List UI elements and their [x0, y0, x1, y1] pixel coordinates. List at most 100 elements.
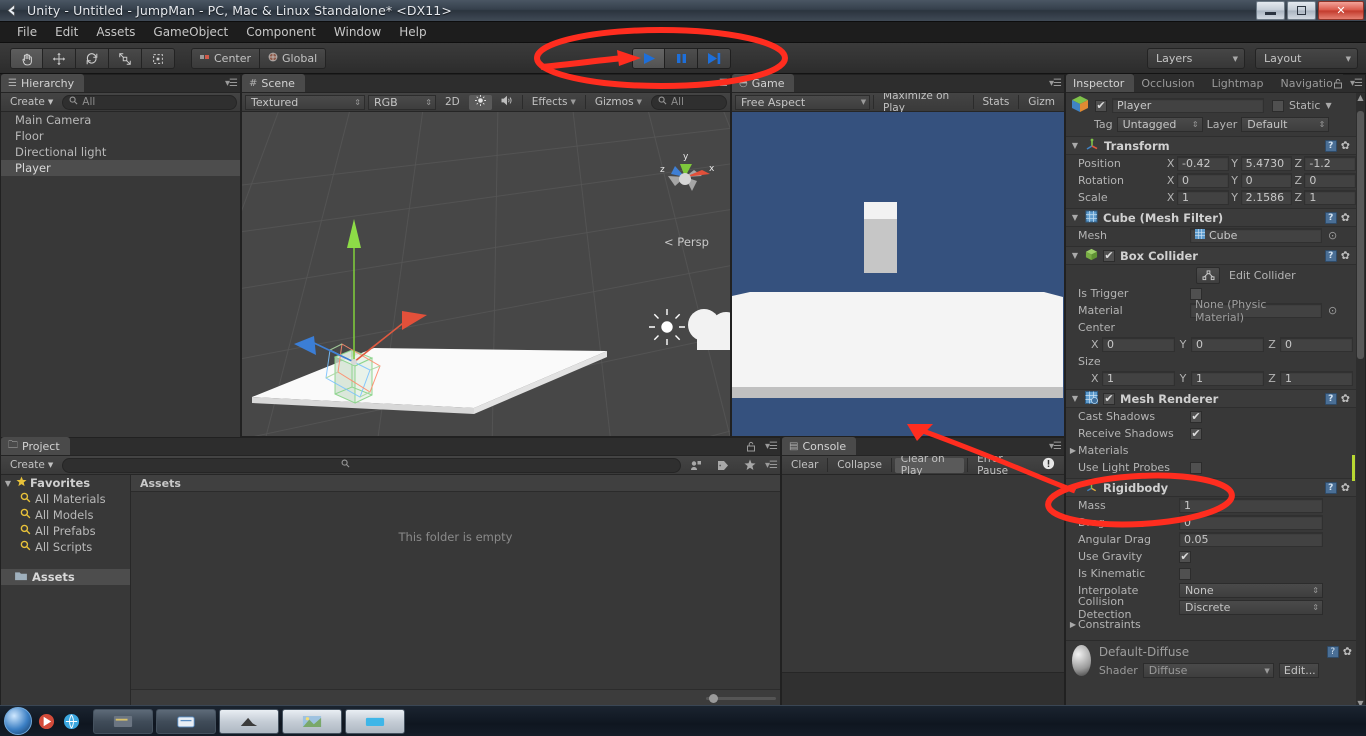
shader-edit-button[interactable]: Edit...	[1278, 663, 1319, 678]
hierarchy-search-input[interactable]: All	[62, 94, 237, 110]
scene-lighting-toggle[interactable]	[468, 94, 492, 110]
rotation-x-field[interactable]: 0	[1177, 173, 1229, 188]
rotation-y-field[interactable]: 0	[1240, 173, 1293, 188]
project-favorite-all-materials[interactable]: All Materials	[1, 491, 130, 507]
scale-y-field[interactable]: 2.1586	[1240, 190, 1293, 205]
collision-detection-dropdown[interactable]: Discrete ⇕	[1179, 600, 1323, 615]
mesh-renderer-enabled-checkbox[interactable]: ✔	[1103, 392, 1115, 405]
project-create-button[interactable]: Create ▼	[4, 458, 59, 473]
drag-field[interactable]: 0	[1179, 515, 1323, 530]
scroll-up-arrow[interactable]: ▲	[1356, 93, 1365, 102]
project-assets-folder[interactable]: Assets	[1, 569, 130, 585]
component-header-rigidbody[interactable]: ▼ Rigidbody ? ✿	[1066, 478, 1356, 497]
physic-material-field[interactable]: None (Physic Material)	[1190, 298, 1322, 324]
hierarchy-panel-menu-icon[interactable]: ▾☰	[225, 78, 238, 89]
help-icon[interactable]: ?	[1324, 211, 1337, 224]
cast-shadows-checkbox[interactable]: ✔	[1190, 410, 1202, 423]
console-panel-menu-icon[interactable]: ▾☰	[1049, 441, 1062, 452]
menu-file[interactable]: File	[8, 23, 46, 41]
tag-dropdown[interactable]: Untagged ⇕	[1116, 116, 1203, 132]
shader-dropdown[interactable]: Diffuse ▼	[1142, 663, 1274, 678]
game-panel-menu-icon[interactable]: ▾☰	[1049, 78, 1062, 89]
tab-inspector[interactable]: Inspector	[1066, 74, 1135, 92]
task-item-4[interactable]	[282, 708, 342, 734]
layers-dropdown[interactable]: Layers ▼	[1147, 48, 1245, 69]
inspector-scrollbar[interactable]: ▲ ▼	[1356, 93, 1365, 708]
position-x-field[interactable]: -0.42	[1177, 156, 1229, 171]
position-z-field[interactable]: -1.2	[1304, 156, 1356, 171]
step-button[interactable]	[698, 48, 731, 69]
scale-z-field[interactable]: 1	[1304, 190, 1356, 205]
tab-scene[interactable]: # Scene	[242, 74, 305, 92]
gear-icon[interactable]: ✿	[1341, 392, 1350, 405]
scene-effects-dropdown[interactable]: Effects ▼	[526, 95, 582, 110]
foldout-icon[interactable]: ▼	[1070, 394, 1080, 403]
restore-button[interactable]	[1287, 1, 1316, 20]
hierarchy-item-main-camera[interactable]: Main Camera	[1, 112, 240, 128]
close-button[interactable]: ✕	[1318, 1, 1364, 20]
tab-occlusion[interactable]: Occlusion	[1134, 74, 1205, 92]
project-breadcrumb[interactable]: Assets	[131, 475, 780, 492]
layer-dropdown[interactable]: Default ⇕	[1241, 116, 1330, 132]
edit-collider-button[interactable]	[1196, 266, 1220, 284]
console-error-count[interactable]	[1036, 457, 1061, 473]
filter-by-type-button[interactable]	[684, 458, 708, 473]
gear-icon[interactable]: ✿	[1341, 211, 1350, 224]
scene-draw-mode-dropdown[interactable]: Textured ⇕	[245, 94, 365, 110]
project-search-input[interactable]	[62, 457, 682, 473]
foldout-icon[interactable]: ▶	[1068, 446, 1078, 455]
project-favorite-all-prefabs[interactable]: All Prefabs	[1, 523, 130, 539]
console-collapse-toggle[interactable]: Collapse	[831, 458, 888, 473]
object-picker-icon[interactable]: ⊙	[1328, 304, 1337, 317]
collider-size-z-field[interactable]: 1	[1280, 371, 1353, 386]
layout-dropdown[interactable]: Layout ▼	[1255, 48, 1358, 69]
scene-viewport[interactable]: y z x < Persp	[242, 112, 730, 436]
help-icon[interactable]: ?	[1324, 481, 1337, 494]
project-favorite-all-models[interactable]: All Models	[1, 507, 130, 523]
menu-assets[interactable]: Assets	[87, 23, 144, 41]
hierarchy-item-directional-light[interactable]: Directional light	[1, 144, 240, 160]
game-viewport[interactable]	[732, 112, 1064, 436]
tab-lightmap[interactable]: Lightmap	[1204, 74, 1274, 92]
project-panel-menu-icon[interactable]: ▾☰	[765, 441, 778, 452]
foldout-icon[interactable]: ▼	[3, 479, 13, 488]
scale-x-field[interactable]: 1	[1177, 190, 1229, 205]
menu-help[interactable]: Help	[390, 23, 435, 41]
project-favorites-root[interactable]: ▼ Favorites	[1, 475, 130, 491]
minimize-button[interactable]	[1256, 1, 1285, 20]
collider-center-y-field[interactable]: 0	[1191, 337, 1264, 352]
static-checkbox[interactable]	[1272, 99, 1284, 112]
pivot-toggle[interactable]: Center	[191, 48, 261, 69]
console-clear-button[interactable]: Clear	[785, 458, 824, 473]
console-clear-on-play-toggle[interactable]: Clear on Play	[894, 453, 965, 477]
foldout-icon[interactable]: ▼	[1070, 141, 1080, 150]
rotate-tool-button[interactable]	[76, 48, 109, 69]
play-button[interactable]	[632, 48, 665, 69]
menu-gameobject[interactable]: GameObject	[144, 23, 237, 41]
scene-color-mode-dropdown[interactable]: RGB ⇕	[368, 94, 436, 110]
scene-search-input[interactable]: All	[650, 94, 727, 110]
chevron-down-icon[interactable]: ▼	[1325, 101, 1331, 110]
scene-gizmos-dropdown[interactable]: Gizmos ▼	[589, 95, 648, 110]
game-aspect-dropdown[interactable]: Free Aspect ▼	[735, 94, 871, 110]
tab-game[interactable]: ◓ Game	[732, 74, 795, 92]
game-gizmos-dropdown[interactable]: Gizm	[1022, 95, 1061, 110]
materials-row[interactable]: ▶ Materials	[1066, 442, 1356, 459]
interpolate-dropdown[interactable]: None ⇕	[1179, 583, 1323, 598]
lock-icon[interactable]	[1333, 78, 1343, 92]
component-header-box-collider[interactable]: ▼ ✔ Box Collider ? ✿	[1066, 246, 1356, 265]
hierarchy-item-player[interactable]: Player	[1, 160, 240, 176]
object-picker-icon[interactable]: ⊙	[1328, 229, 1337, 242]
start-button[interactable]	[4, 707, 32, 735]
collider-size-x-field[interactable]: 1	[1102, 371, 1175, 386]
help-icon[interactable]: ?	[1324, 392, 1337, 405]
rect-transform-tool-button[interactable]	[142, 48, 175, 69]
console-error-pause-toggle[interactable]: Error Pause	[971, 453, 1033, 477]
collider-size-y-field[interactable]: 1	[1191, 371, 1264, 386]
quicklaunch-item-1[interactable]	[35, 709, 57, 733]
use-gravity-checkbox[interactable]: ✔	[1179, 550, 1191, 563]
console-messages[interactable]	[782, 475, 1064, 672]
filter-by-label-button[interactable]	[711, 458, 735, 473]
constraints-row[interactable]: ▶ Constraints	[1066, 616, 1356, 633]
menu-component[interactable]: Component	[237, 23, 325, 41]
